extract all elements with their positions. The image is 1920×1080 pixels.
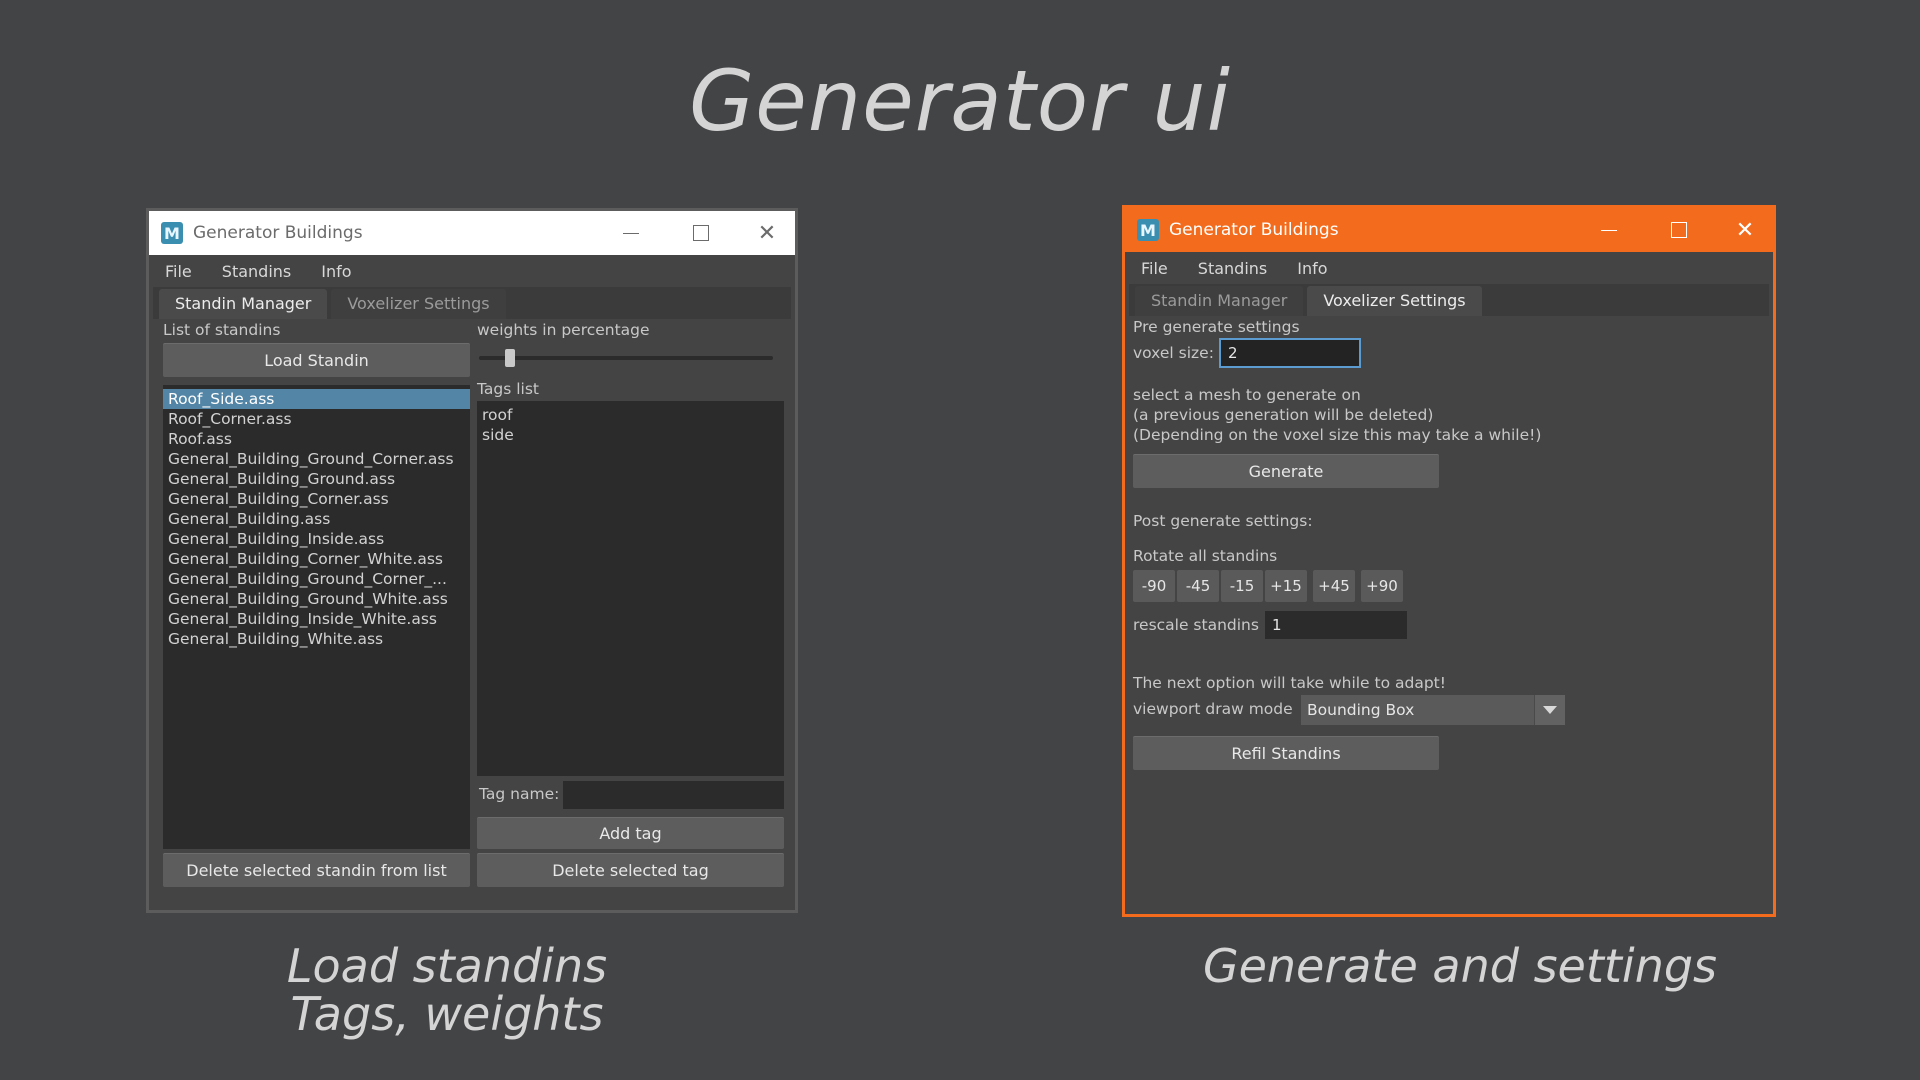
draw-mode-value: Bounding Box [1307,701,1415,719]
tab-standin-manager[interactable]: Standin Manager [159,289,328,319]
delete-standin-button[interactable]: Delete selected standin from list [163,853,470,887]
window-title: Generator Buildings [1169,220,1339,240]
minimize-icon [1601,229,1617,231]
rescale-label: rescale standins [1133,616,1259,634]
minimize-button[interactable] [1587,208,1631,252]
tag-name-label: Tag name: [479,785,560,803]
tab-voxelizer-settings[interactable]: Voxelizer Settings [331,289,506,319]
pre-generate-label: Pre generate settings [1133,318,1300,336]
tab-bar: Standin Manager Voxelizer Settings [1129,284,1769,316]
rotate-buttons-group: -90 -45 -15 +15 +45 +90 [1133,570,1423,602]
rescale-input[interactable] [1265,611,1407,639]
weight-slider-track [479,356,773,360]
info-line-2: (a previous generation will be deleted) [1133,406,1434,424]
close-icon: ✕ [1735,217,1755,243]
post-generate-label: Post generate settings: [1133,512,1313,530]
window-title: Generator Buildings [193,223,363,243]
close-button[interactable]: ✕ [1723,208,1767,252]
rotate-plus-15-button[interactable]: +15 [1265,570,1307,602]
minimize-icon [623,232,639,234]
weight-slider-thumb[interactable] [505,349,515,367]
load-standin-button[interactable]: Load Standin [163,343,470,377]
maya-logo-icon: M [1137,219,1159,241]
rotate-plus-45-button[interactable]: +45 [1313,570,1355,602]
rotate-minus-15-button[interactable]: -15 [1221,570,1263,602]
list-item[interactable]: Roof_Side.ass [163,389,470,409]
list-item[interactable]: General_Building_Ground_White.ass [163,589,470,609]
voxel-size-input[interactable] [1219,338,1361,368]
maximize-button[interactable] [679,211,723,255]
maya-logo-icon: M [161,222,183,244]
window-title-bar[interactable]: M Generator Buildings ✕ [1125,208,1773,252]
tab-bar: Standin Manager Voxelizer Settings [153,287,791,319]
list-item[interactable]: General_Building.ass [163,509,470,529]
slide-title: Generator ui [689,52,1231,150]
close-icon: ✕ [757,220,777,246]
generate-button[interactable]: Generate [1133,454,1439,488]
weight-slider[interactable] [479,343,779,373]
draw-mode-select[interactable]: Bounding Box [1301,695,1565,725]
weights-label: weights in percentage [477,321,650,339]
list-item[interactable]: Roof_Corner.ass [163,409,470,429]
list-item[interactable]: General_Building_Inside.ass [163,529,470,549]
chevron-down-icon[interactable] [1534,695,1565,725]
standins-list[interactable]: Roof_Side.ass Roof_Corner.ass Roof.ass Gene… [163,385,470,849]
rotate-plus-90-button[interactable]: +90 [1361,570,1403,602]
draw-mode-label: viewport draw mode [1133,700,1293,718]
tags-list[interactable]: roof side [477,401,784,776]
menu-bar: File Standins Info [1125,252,1773,284]
caption-generate-settings: Generate and settings [1202,939,1718,993]
list-item[interactable]: General_Building_Corner_White.ass [163,549,470,569]
refill-standins-button[interactable]: Refil Standins [1133,736,1439,770]
window-title-bar[interactable]: M Generator Buildings ✕ [149,211,795,255]
rotate-minus-90-button[interactable]: -90 [1133,570,1175,602]
list-item[interactable]: Roof.ass [163,429,470,449]
minimize-button[interactable] [609,211,653,255]
caption-left-line-1: Load standins [286,939,608,993]
info-line-1: select a mesh to generate on [1133,386,1361,404]
tab-standin-manager[interactable]: Standin Manager [1135,286,1304,316]
generator-window-voxelizer: M Generator Buildings ✕ File Standins In… [1122,205,1776,917]
generator-window-standin-manager: M Generator Buildings ✕ File Standins In… [146,208,798,913]
menu-bar: File Standins Info [149,255,795,287]
list-item[interactable]: General_Building_White.ass [163,629,470,649]
list-item[interactable]: General_Building_Ground_Corner_... [163,569,470,589]
tags-list-label: Tags list [477,380,540,398]
menu-standins[interactable]: Standins [1194,257,1271,280]
tag-item[interactable]: roof [477,405,784,425]
caption-load-standins: Load standins Tags, weights [232,942,662,1038]
maximize-button[interactable] [1657,208,1701,252]
menu-info[interactable]: Info [317,260,355,283]
rotate-label: Rotate all standins [1133,547,1278,565]
voxelizer-panel: Pre generate settings voxel size: select… [1125,316,1773,914]
menu-standins[interactable]: Standins [218,260,295,283]
menu-file[interactable]: File [161,260,196,283]
standin-manager-panel: List of standins Load Standin Roof_Side.… [149,319,795,910]
maximize-icon [693,225,709,241]
close-button[interactable]: ✕ [745,211,789,255]
tag-name-input[interactable] [563,781,784,809]
list-item[interactable]: General_Building_Ground.ass [163,469,470,489]
delete-tag-button[interactable]: Delete selected tag [477,853,784,887]
tag-item[interactable]: side [477,425,784,445]
info-line-3: (Depending on the voxel size this may ta… [1133,426,1542,444]
list-item[interactable]: General_Building_Inside_White.ass [163,609,470,629]
voxel-size-label: voxel size: [1133,344,1214,362]
maximize-icon [1671,222,1687,238]
rotate-minus-45-button[interactable]: -45 [1177,570,1219,602]
tab-voxelizer-settings[interactable]: Voxelizer Settings [1307,286,1482,316]
list-of-standins-label: List of standins [163,321,281,339]
caption-left-line-2: Tags, weights [290,987,604,1041]
add-tag-button[interactable]: Add tag [477,817,784,849]
list-item[interactable]: General_Building_Corner.ass [163,489,470,509]
menu-file[interactable]: File [1137,257,1172,280]
next-option-note: The next option will take while to adapt… [1133,674,1446,692]
menu-info[interactable]: Info [1293,257,1331,280]
list-item[interactable]: General_Building_Ground_Corner.ass [163,449,470,469]
